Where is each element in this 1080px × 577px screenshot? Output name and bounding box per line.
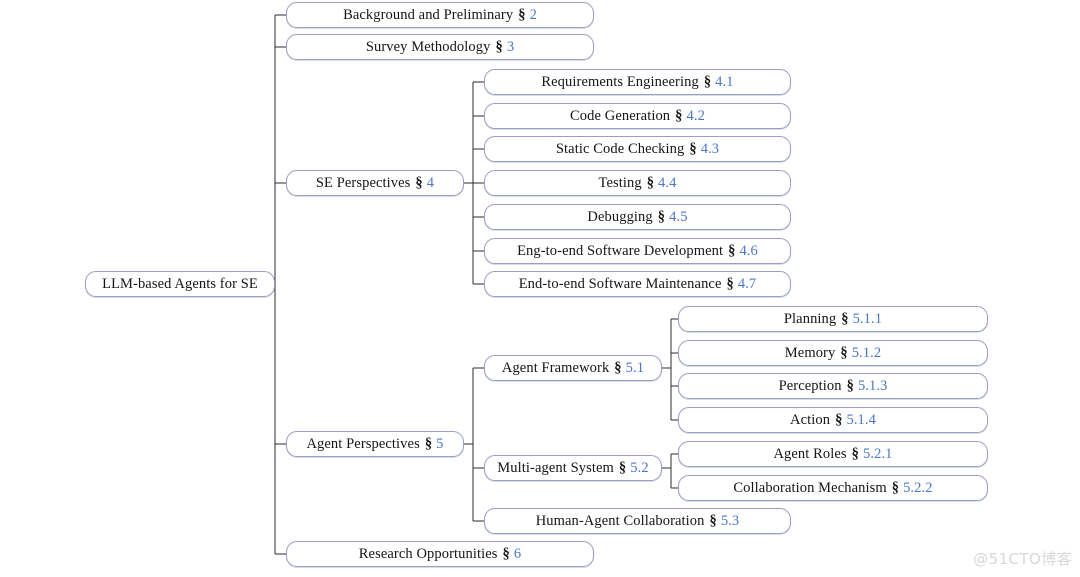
tree-node-se4[interactable]: Testing § 4.4 xyxy=(484,170,791,196)
tree-node-mas[interactable]: Multi-agent System § 5.2 xyxy=(484,455,662,481)
node-section-number: 5.1.3 xyxy=(857,377,888,394)
taxonomy-tree-diagram: LLM-based Agents for SE Background and Pr… xyxy=(0,0,1080,577)
section-symbol-icon: § xyxy=(502,545,510,562)
section-symbol-icon: § xyxy=(614,359,622,376)
section-symbol-icon: § xyxy=(840,344,848,361)
node-label: End-to-end Software Maintenance xyxy=(518,275,722,292)
tree-node-se6[interactable]: Eng-to-end Software Development § 4.6 xyxy=(484,238,791,264)
node-section-number: 5.1 xyxy=(625,359,645,376)
node-label: Perception xyxy=(778,377,842,394)
node-section-number: 4.3 xyxy=(700,140,720,157)
node-section-number: 4.4 xyxy=(658,174,677,191)
node-section-number: 5 xyxy=(436,435,444,452)
section-symbol-icon: § xyxy=(728,242,736,259)
node-section-number: 4.5 xyxy=(669,208,688,225)
node-section-number: 5.2.2 xyxy=(903,479,933,496)
node-section-number: 2 xyxy=(529,6,537,23)
section-symbol-icon: § xyxy=(703,73,712,90)
tree-node-se5[interactable]: Debugging § 4.5 xyxy=(484,204,791,230)
tree-node-root[interactable]: LLM-based Agents for SE xyxy=(85,271,275,297)
section-symbol-icon: § xyxy=(518,6,526,23)
tree-node-af2[interactable]: Memory § 5.1.2 xyxy=(678,340,988,366)
tree-node-mas2[interactable]: Collaboration Mechanism § 5.2.2 xyxy=(678,475,988,501)
node-label: Action xyxy=(790,411,831,428)
section-symbol-icon: § xyxy=(689,140,697,157)
node-label: Debugging xyxy=(587,208,653,225)
tree-node-bg[interactable]: Background and Preliminary § 2 xyxy=(286,2,594,28)
tree-node-af1[interactable]: Planning § 5.1.1 xyxy=(678,306,988,332)
tree-node-af3[interactable]: Perception § 5.1.3 xyxy=(678,373,988,399)
section-symbol-icon: § xyxy=(495,38,503,55)
node-section-number: 5.2 xyxy=(630,459,649,476)
section-symbol-icon: § xyxy=(424,435,433,452)
section-symbol-icon: § xyxy=(709,512,717,529)
node-section-number: 4.6 xyxy=(739,242,758,259)
tree-node-af[interactable]: Agent Framework § 5.1 xyxy=(484,355,662,381)
node-section-number: 5.3 xyxy=(720,512,740,529)
tree-node-survey[interactable]: Survey Methodology § 3 xyxy=(286,34,594,60)
section-symbol-icon: § xyxy=(835,411,843,428)
node-label: Memory xyxy=(784,344,836,361)
node-label: Background and Preliminary xyxy=(343,6,514,23)
section-symbol-icon: § xyxy=(618,459,627,476)
node-label: Static Code Checking xyxy=(555,140,685,157)
tree-node-mas1[interactable]: Agent Roles § 5.2.1 xyxy=(678,441,988,467)
tree-node-se2[interactable]: Code Generation § 4.2 xyxy=(484,103,791,129)
tree-node-se3[interactable]: Static Code Checking § 4.3 xyxy=(484,136,791,162)
section-symbol-icon: § xyxy=(675,107,683,124)
section-symbol-icon: § xyxy=(415,174,423,191)
node-label: Requirements Engineering xyxy=(541,73,699,90)
section-symbol-icon: § xyxy=(841,310,849,327)
node-section-number: 5.2.1 xyxy=(863,445,893,462)
node-section-number: 4.7 xyxy=(737,275,757,292)
node-label: Human-Agent Collaboration xyxy=(535,512,705,529)
node-label: Collaboration Mechanism xyxy=(733,479,887,496)
tree-node-se1[interactable]: Requirements Engineering § 4.1 xyxy=(484,69,791,95)
node-label: Multi-agent System xyxy=(497,459,614,476)
node-section-number: 6 xyxy=(513,545,522,562)
section-symbol-icon: § xyxy=(846,377,854,394)
node-section-number: 4.1 xyxy=(715,73,734,90)
section-symbol-icon: § xyxy=(646,174,655,191)
node-label: Planning xyxy=(783,310,837,327)
node-label: SE Perspectives xyxy=(315,174,411,191)
node-section-number: 5.1.1 xyxy=(852,310,883,327)
section-symbol-icon: § xyxy=(851,445,860,462)
tree-node-agent[interactable]: Agent Perspectives § 5 xyxy=(286,431,464,457)
tree-node-af4[interactable]: Action § 5.1.4 xyxy=(678,407,988,433)
node-label: Agent Framework xyxy=(501,359,610,376)
node-section-number: 4 xyxy=(426,174,435,191)
node-label: Code Generation xyxy=(570,107,671,124)
node-label: Agent Roles xyxy=(773,445,847,462)
node-label: Research Opportunities xyxy=(358,545,498,562)
node-label: Survey Methodology xyxy=(365,38,491,55)
tree-node-hac[interactable]: Human-Agent Collaboration § 5.3 xyxy=(484,508,791,534)
node-label: Testing xyxy=(598,174,642,191)
node-section-number: 5.1.4 xyxy=(846,411,876,428)
section-symbol-icon: § xyxy=(726,275,734,292)
node-label: Agent Perspectives xyxy=(306,435,420,452)
node-section-number: 3 xyxy=(506,38,515,55)
tree-node-se[interactable]: SE Perspectives § 4 xyxy=(286,170,464,196)
tree-node-se7[interactable]: End-to-end Software Maintenance § 4.7 xyxy=(484,271,791,297)
node-label: Eng-to-end Software Development xyxy=(517,242,724,259)
node-label: LLM-based Agents for SE xyxy=(102,275,258,292)
tree-node-res[interactable]: Research Opportunities § 6 xyxy=(286,541,594,567)
section-symbol-icon: § xyxy=(657,208,666,225)
section-symbol-icon: § xyxy=(891,479,900,496)
node-section-number: 5.1.2 xyxy=(851,344,882,361)
watermark: @51CTO博客 xyxy=(973,550,1072,568)
node-section-number: 4.2 xyxy=(686,107,705,124)
